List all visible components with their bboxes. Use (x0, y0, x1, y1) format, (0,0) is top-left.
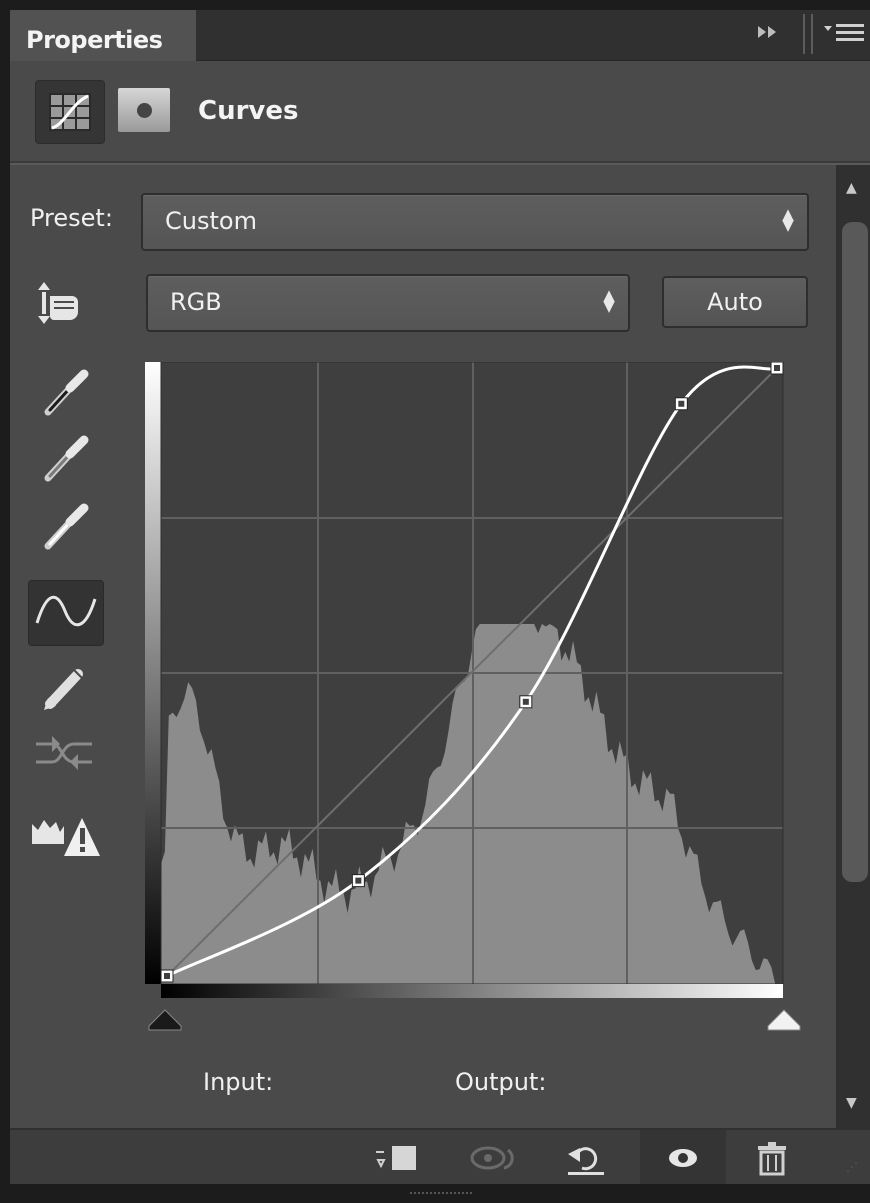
curves-adjustment-icon (49, 93, 91, 131)
gray-point-eyedropper-tool[interactable] (38, 432, 98, 484)
curve-control-point-center (774, 365, 780, 371)
visibility-eye-icon (669, 1149, 697, 1167)
on-image-adjust-tool[interactable] (30, 278, 90, 330)
smooth-curve-icon (35, 595, 97, 627)
curve-control-point-center (522, 698, 529, 705)
scroll-up-arrow-icon[interactable]: ▲ (846, 180, 857, 196)
curve-control-point-center (678, 400, 685, 407)
layer-mask-button[interactable] (118, 88, 170, 132)
reset-button[interactable] (562, 1138, 612, 1178)
tab-properties-label: Properties (26, 26, 163, 54)
clipping-warning-icon (32, 818, 100, 856)
trash-icon (758, 1142, 786, 1176)
dropdown-arrows-icon: ▲ ▼ (603, 286, 615, 315)
window-top-edge (0, 0, 870, 10)
input-gradient-bar (161, 984, 783, 998)
pencil-draw-tool[interactable] (38, 660, 98, 712)
smooth-points-tool[interactable] (32, 724, 92, 776)
black-point-eyedropper-icon (44, 369, 89, 416)
auto-button[interactable]: Auto (662, 276, 808, 328)
clip-to-layer-button[interactable] (372, 1138, 422, 1178)
clip-to-layer-icon (376, 1146, 416, 1170)
white-point-eyedropper-tool[interactable] (38, 500, 98, 552)
curves-graph[interactable] (145, 362, 785, 1004)
view-previous-state-icon (470, 1146, 514, 1170)
visibility-toggle-button[interactable] (658, 1138, 708, 1178)
view-previous-state-button[interactable] (468, 1138, 518, 1178)
preset-label: Preset: (30, 204, 113, 232)
smooth-curve-tool[interactable] (28, 580, 104, 646)
tab-properties[interactable]: Properties (10, 10, 196, 61)
black-point-eyedropper-tool[interactable] (38, 366, 98, 418)
curves-graph-svg[interactable] (145, 362, 785, 1004)
panel-menu-icon[interactable] (822, 20, 866, 48)
preset-value: Custom (165, 207, 257, 235)
white-point-eyedropper-icon (44, 503, 89, 550)
resize-grip-icon[interactable]: ⋰ (846, 1160, 868, 1180)
adjustment-title: Curves (198, 96, 299, 126)
delete-layer-button[interactable] (748, 1138, 798, 1178)
scroll-down-arrow-icon[interactable]: ▼ (846, 1095, 857, 1111)
dropdown-arrows-icon: ▲ ▼ (782, 205, 794, 234)
panel-footer (10, 1128, 870, 1186)
output-label: Output: (455, 1068, 547, 1096)
gray-point-eyedropper-icon (44, 435, 89, 482)
reset-icon (568, 1147, 604, 1175)
scrollbar-thumb[interactable] (842, 222, 868, 882)
clipping-warning-tool[interactable] (30, 808, 100, 860)
pencil-draw-icon (44, 669, 83, 710)
window-left-edge (0, 0, 10, 1203)
smooth-points-icon (36, 736, 92, 770)
input-label: Input: (203, 1068, 274, 1096)
curve-control-point-center (164, 973, 170, 979)
curve-control-point-center (355, 877, 362, 884)
tab-bar-divider (803, 14, 813, 54)
white-point-slider[interactable] (764, 1004, 804, 1034)
black-point-slider[interactable] (145, 1004, 185, 1034)
channel-value: RGB (170, 288, 222, 316)
preset-dropdown[interactable]: Custom ▲ ▼ (141, 193, 809, 251)
on-image-adjust-icon (38, 282, 78, 324)
collapse-panel-icon[interactable] (754, 22, 784, 42)
panel-dock-grip[interactable] (410, 1192, 472, 1200)
mask-icon (137, 103, 152, 118)
output-gradient-bar (145, 362, 161, 984)
adjustment-curves-button[interactable] (35, 80, 105, 144)
channel-dropdown[interactable]: RGB ▲ ▼ (146, 274, 630, 332)
